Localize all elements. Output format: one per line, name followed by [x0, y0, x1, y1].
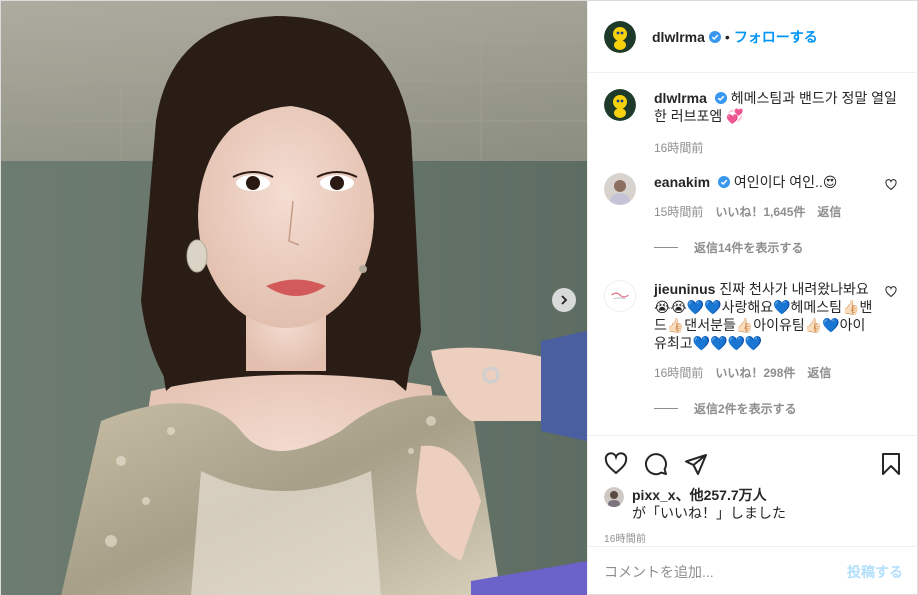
post-dialog: dlwlrma • フォローする dlwlrma 헤메스팀과 밴드가 정말 열일…	[0, 0, 918, 595]
comment-likes[interactable]: いいね！1,645件	[715, 203, 805, 221]
replies-divider	[654, 247, 678, 248]
view-replies-button[interactable]: 返信2件を表示する	[654, 400, 903, 417]
bookmark-icon	[882, 453, 900, 475]
caption-username[interactable]: dlwlrma	[654, 90, 707, 106]
comment-bubble-icon	[645, 453, 667, 476]
comment-button[interactable]	[644, 444, 684, 484]
likes-names[interactable]: pixx_x、他257.7万人	[632, 487, 767, 503]
comment-item: eanakim 여인이다 여인..😍 15時間前 いいね！1,645件 返信	[604, 173, 903, 221]
comment-username[interactable]: jieuninus	[654, 281, 715, 297]
comment-input[interactable]	[604, 563, 847, 580]
verified-badge-icon	[714, 92, 727, 104]
likes-suffix: が「いいね！」しました	[632, 505, 786, 521]
chevron-right-icon	[561, 295, 568, 305]
save-button[interactable]	[863, 444, 903, 484]
verified-badge-icon	[708, 30, 721, 43]
action-icons	[604, 444, 903, 484]
post-sidebar: dlwlrma • フォローする dlwlrma 헤메스팀과 밴드가 정말 열일…	[587, 1, 918, 595]
replies-divider	[654, 408, 678, 409]
view-replies-button[interactable]: 返信14件を表示する	[654, 239, 903, 256]
like-comment-heart-icon[interactable]	[885, 179, 897, 191]
view-replies-label: 返信14件を表示する	[694, 241, 804, 255]
paper-plane-icon	[685, 454, 707, 475]
share-button[interactable]	[684, 444, 724, 484]
separator-dot: •	[724, 28, 730, 45]
avatar[interactable]	[604, 89, 636, 121]
comment-time[interactable]: 15時間前	[654, 203, 703, 221]
user-photo-icon	[604, 487, 624, 507]
comment-likes[interactable]: いいね！298件	[715, 364, 795, 382]
reply-button[interactable]: 返信	[807, 364, 831, 382]
comment-username[interactable]: eanakim	[654, 174, 710, 190]
post-actions: pixx_x、他257.7万人 が「いいね！」しました 16時間前	[588, 435, 918, 545]
add-comment-bar: 投稿する	[588, 546, 918, 595]
comment-text: 여인이다 여인..😍	[733, 174, 838, 190]
like-comment-heart-icon[interactable]	[885, 286, 897, 298]
view-replies-label: 返信2件を表示する	[694, 402, 797, 416]
avatar[interactable]	[604, 280, 636, 312]
photo-illustration	[1, 1, 587, 595]
post-photo[interactable]	[1, 1, 587, 595]
follow-button[interactable]: フォローする	[734, 27, 818, 47]
user-logo-icon	[605, 281, 635, 311]
comment-time[interactable]: 16時間前	[654, 364, 703, 382]
tweety-avatar-icon	[604, 20, 636, 53]
post-time[interactable]: 16時間前	[604, 530, 903, 545]
verified-badge-icon	[717, 176, 730, 188]
reply-button[interactable]: 返信	[817, 203, 841, 221]
comments-list[interactable]: dlwlrma 헤메스팀과 밴드가 정말 열일한 러브포엠 💞 16時間前 ea…	[588, 73, 918, 435]
tweety-avatar-icon	[604, 89, 636, 121]
heart-icon	[604, 452, 628, 475]
user-photo-icon	[604, 173, 636, 205]
caption: dlwlrma 헤메스팀과 밴드가 정말 열일한 러브포엠 💞 16時間前	[604, 89, 903, 157]
avatar[interactable]	[604, 173, 636, 205]
like-button[interactable]	[604, 444, 644, 484]
liker-avatar[interactable]	[604, 487, 624, 507]
likes-summary: pixx_x、他257.7万人 が「いいね！」しました	[604, 486, 903, 522]
next-image-button[interactable]	[552, 288, 576, 312]
comment-item: jieuninus 진짜 천사가 내려왔나봐요😭😭💙💙사랑해요💙헤메스팀👍🏻밴드…	[604, 280, 903, 382]
post-username[interactable]: dlwlrma	[652, 29, 705, 45]
post-comment-button[interactable]: 投稿する	[847, 562, 903, 582]
caption-time[interactable]: 16時間前	[654, 139, 703, 157]
avatar[interactable]	[604, 20, 636, 53]
post-header: dlwlrma • フォローする	[588, 1, 918, 73]
